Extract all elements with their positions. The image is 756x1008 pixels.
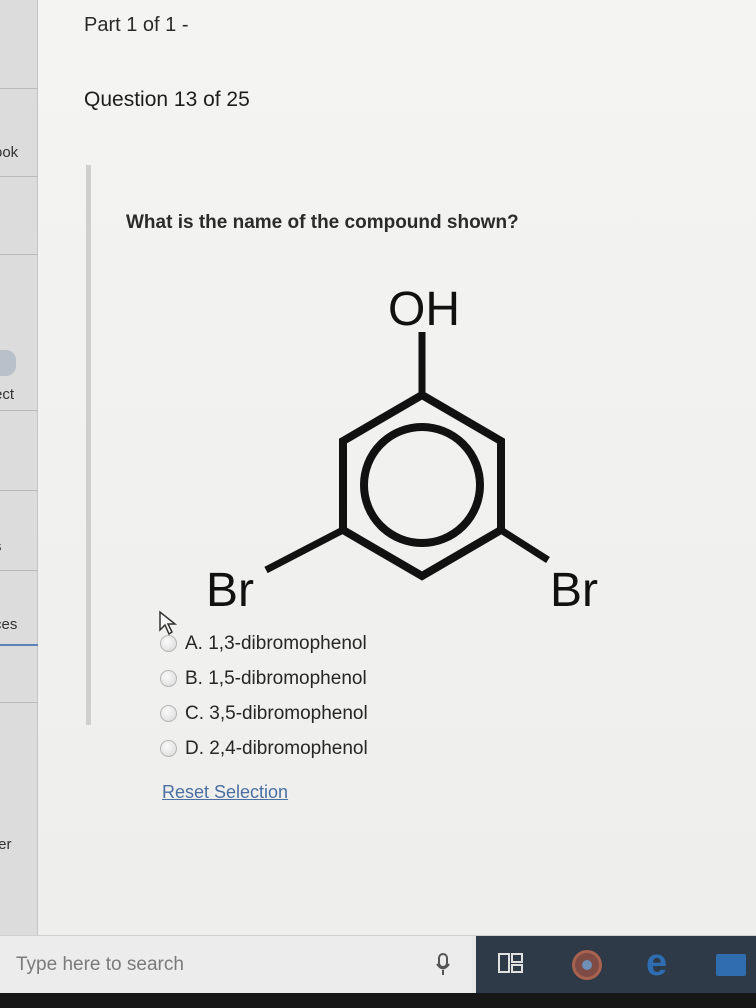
sidebar-divider bbox=[0, 702, 38, 703]
choice-b-label: B. 1,5-dibromophenol bbox=[185, 667, 367, 689]
oh-label: OH bbox=[388, 283, 460, 336]
question-prompt: What is the name of the compound shown? bbox=[126, 212, 519, 233]
choice-d-radio[interactable] bbox=[160, 740, 177, 757]
task-view-icon[interactable] bbox=[498, 952, 524, 976]
choice-c-radio[interactable] bbox=[160, 705, 177, 722]
sidebar-divider bbox=[0, 570, 38, 571]
sidebar-item-project[interactable]: ect bbox=[0, 386, 38, 403]
sidebar-bulb-icon bbox=[0, 350, 16, 376]
choice-d-label: D. 2,4-dibromophenol bbox=[185, 737, 368, 759]
file-explorer-icon[interactable] bbox=[716, 954, 746, 976]
sidebar-item-label: s bbox=[0, 538, 38, 555]
sidebar-divider bbox=[0, 490, 38, 491]
choice-b-radio[interactable] bbox=[160, 670, 177, 687]
answer-choices: A. 1,3-dibromophenol B. 1,5-dibromopheno… bbox=[159, 610, 368, 766]
sidebar-divider bbox=[0, 410, 38, 411]
choice-c[interactable]: C. 3,5-dibromophenol bbox=[160, 696, 368, 731]
sidebar-divider bbox=[0, 254, 38, 255]
question-number-title: Question 13 of 25 bbox=[84, 88, 250, 111]
br-left-label: Br bbox=[206, 564, 254, 617]
chrome-icon[interactable] bbox=[572, 950, 602, 980]
sidebar-item-resources[interactable]: ces bbox=[0, 616, 38, 633]
molecule-structure: OH Br Br bbox=[206, 283, 598, 617]
taskbar-search-box[interactable]: Type here to search bbox=[0, 936, 472, 994]
part-title: Part 1 of 1 - bbox=[84, 14, 189, 36]
sidebar-item-label: ter bbox=[0, 836, 12, 853]
br-right-label: Br bbox=[550, 564, 598, 617]
question-left-rule bbox=[86, 165, 91, 725]
choice-a-label: A. 1,3-dibromophenol bbox=[185, 632, 367, 654]
choice-b[interactable]: B. 1,5-dibromophenol bbox=[160, 661, 368, 696]
aromatic-circle bbox=[360, 423, 484, 547]
screen-bezel bbox=[0, 993, 756, 1008]
edge-icon[interactable]: e bbox=[646, 942, 667, 985]
sidebar-item-label: ook bbox=[0, 144, 19, 161]
choice-a[interactable]: A. 1,3-dibromophenol bbox=[160, 626, 368, 661]
sidebar-item-label: ect bbox=[0, 386, 15, 403]
choice-a-radio[interactable] bbox=[160, 635, 177, 652]
search-placeholder: Type here to search bbox=[16, 954, 184, 975]
sidebar-item-book[interactable]: ook bbox=[0, 144, 38, 161]
question-panel: Part 1 of 1 - Question 13 of 25 What is … bbox=[38, 0, 756, 935]
sidebar-active-indicator bbox=[0, 644, 38, 646]
taskbar: Type here to search e bbox=[0, 935, 756, 994]
left-br-bond bbox=[264, 526, 345, 574]
sidebar-divider bbox=[0, 88, 38, 89]
sidebar-divider bbox=[0, 176, 38, 177]
sidebar-item-s[interactable]: s bbox=[0, 538, 38, 555]
taskbar-apps: e bbox=[476, 936, 756, 994]
microphone-icon[interactable] bbox=[436, 953, 450, 977]
right-br-bond bbox=[499, 527, 550, 563]
choice-d[interactable]: D. 2,4-dibromophenol bbox=[160, 731, 368, 766]
sidebar-item-center[interactable]: ter bbox=[0, 836, 38, 853]
reset-selection-link[interactable]: Reset Selection bbox=[162, 782, 288, 803]
sidebar-item-label: ces bbox=[0, 616, 18, 633]
choice-c-label: C. 3,5-dibromophenol bbox=[185, 702, 368, 724]
left-sidebar: ook ect s ces ter bbox=[0, 0, 38, 935]
